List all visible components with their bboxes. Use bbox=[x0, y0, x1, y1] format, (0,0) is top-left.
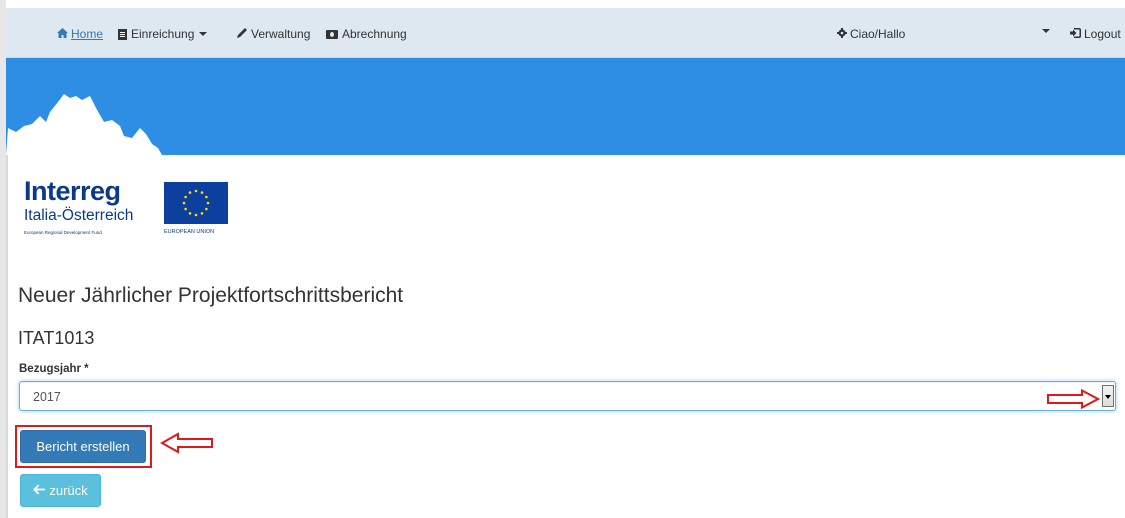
nav-abrechnung-label: Abrechnung bbox=[342, 27, 407, 41]
zurueck-label: zurück bbox=[49, 483, 88, 498]
chevron-down-icon bbox=[199, 32, 208, 36]
nav-abrechnung-link[interactable]: Abrechnung bbox=[326, 27, 407, 41]
home-icon bbox=[57, 27, 68, 41]
gear-icon bbox=[837, 27, 847, 41]
zurueck-button[interactable]: zurück bbox=[20, 474, 101, 507]
nav-home-link[interactable]: Home bbox=[57, 27, 103, 41]
eu-flag-icon bbox=[164, 182, 228, 224]
annotation-arrow-left-icon bbox=[160, 432, 213, 454]
arrow-left-icon bbox=[33, 483, 46, 498]
bezugsjahr-selected-value: 2017 bbox=[33, 390, 61, 404]
nav-logout-link[interactable]: Logout bbox=[1070, 27, 1121, 41]
content-left-border bbox=[6, 155, 8, 518]
logout-icon bbox=[1070, 27, 1081, 41]
logo-brand: Interreg bbox=[24, 176, 121, 206]
nav-user-label: Ciao/Hallo bbox=[850, 27, 906, 41]
top-navbar: Home Einreichung Verwaltung Abrechnung C… bbox=[6, 8, 1125, 58]
annotation-arrow-right-icon bbox=[1047, 389, 1100, 409]
header-banner bbox=[6, 58, 1125, 155]
logo-eu-label: EUROPEAN UNION bbox=[164, 229, 215, 235]
nav-einreichung-label: Einreichung bbox=[131, 27, 195, 41]
money-icon bbox=[326, 29, 338, 39]
annotation-highlight-box bbox=[15, 425, 152, 468]
document-icon bbox=[118, 28, 127, 40]
select-dropdown-button[interactable] bbox=[1102, 385, 1114, 407]
nav-logout-label: Logout bbox=[1084, 27, 1121, 41]
logo-region: Italia-Österreich bbox=[24, 207, 134, 224]
mountain-silhouette bbox=[6, 94, 162, 155]
nav-home-label: Home bbox=[71, 27, 104, 41]
nav-verwaltung-label: Verwaltung bbox=[251, 27, 311, 41]
chevron-down-icon bbox=[1042, 29, 1050, 33]
bezugsjahr-select[interactable]: 2017 bbox=[19, 381, 1116, 411]
nav-user-menu[interactable]: Ciao/Hallo bbox=[837, 27, 905, 41]
project-code: ITAT1013 bbox=[18, 328, 95, 348]
nav-language-dropdown[interactable] bbox=[1037, 29, 1050, 33]
nav-verwaltung-link[interactable]: Verwaltung bbox=[237, 27, 310, 41]
interreg-logo: Interreg Italia-Österreich European Regi… bbox=[24, 176, 244, 236]
logo-fund: European Regional Development Fund bbox=[24, 230, 102, 235]
bezugsjahr-label: Bezugsjahr * bbox=[19, 363, 89, 375]
pencil-icon bbox=[237, 27, 248, 41]
nav-einreichung-dropdown[interactable]: Einreichung bbox=[118, 27, 208, 41]
page-title: Neuer Jährlicher Projektfortschrittsberi… bbox=[18, 284, 404, 307]
